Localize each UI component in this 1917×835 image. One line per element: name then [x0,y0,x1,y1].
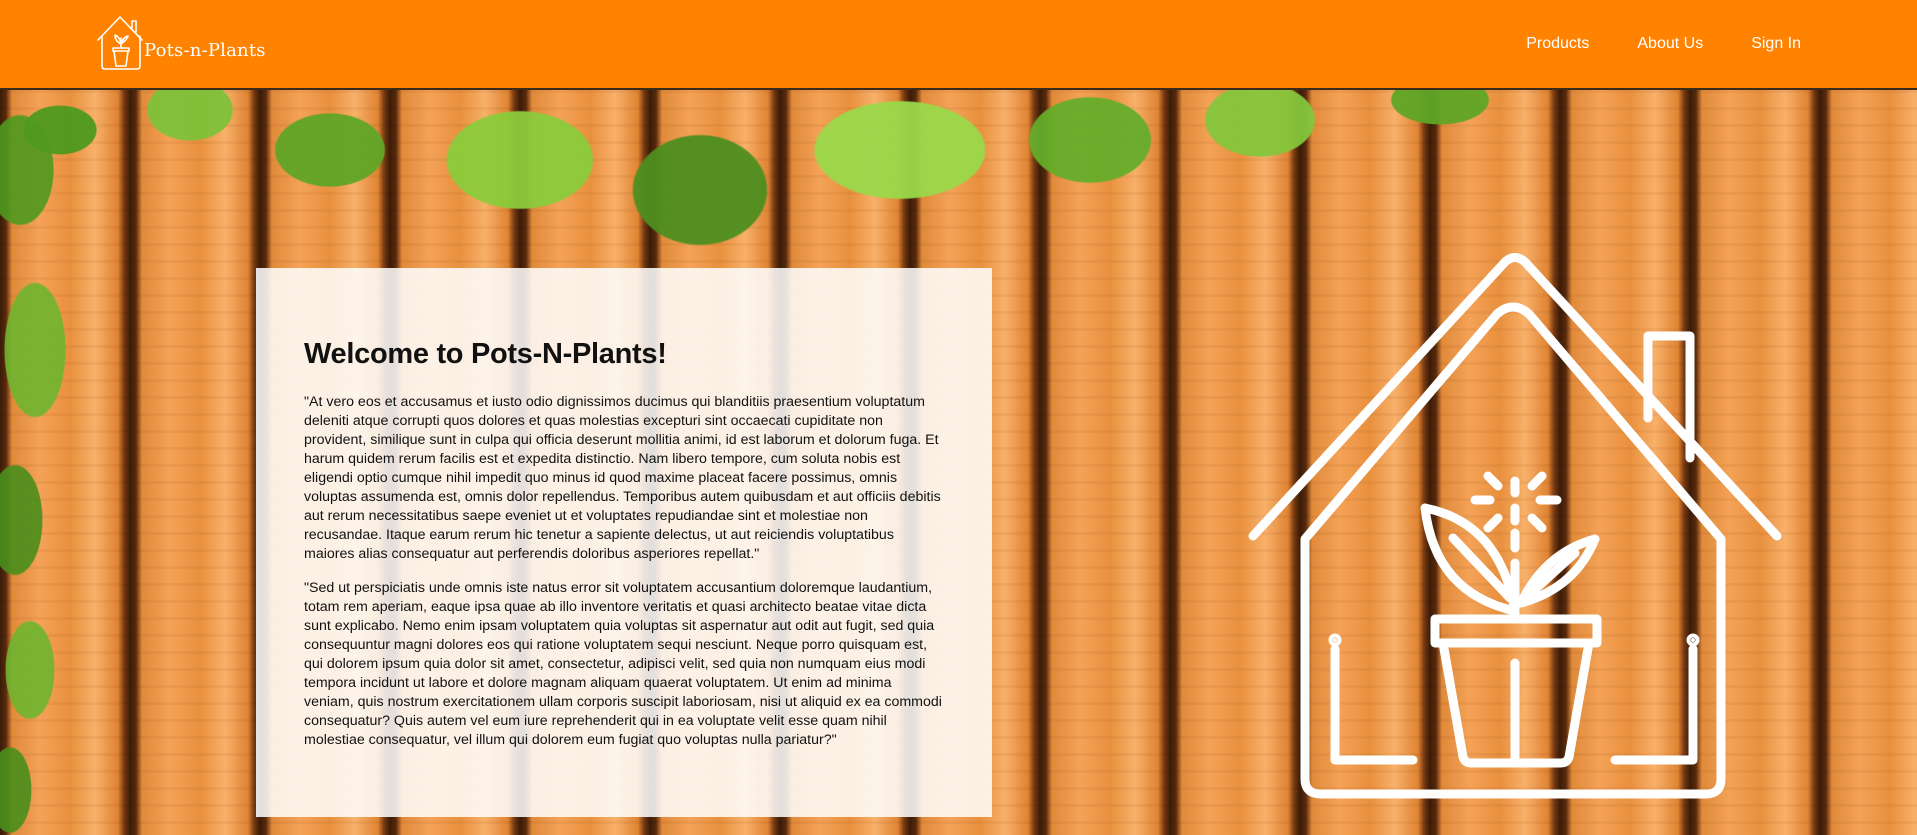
ivy-foliage-left [0,90,110,835]
main-nav: Products About Us Sign In [1526,0,1801,88]
nav-about-us-link[interactable]: About Us [1637,35,1703,53]
brand-logo-link[interactable]: Pots-n-Plants [96,13,266,73]
welcome-title: Welcome to Pots-N-Plants! [304,338,667,370]
welcome-paragraph: "Sed ut perspiciatis unde omnis iste nat… [304,580,942,748]
welcome-card: Welcome to Pots-N-Plants! "At vero eos e… [256,268,992,817]
site-header: Pots-n-Plants Products About Us Sign In [0,0,1917,90]
house-plant-logo-icon [96,14,146,72]
nav-products-link[interactable]: Products [1526,35,1589,53]
brand-name: Pots-n-Plants [144,39,266,61]
nav-sign-in-link[interactable]: Sign In [1751,35,1801,53]
house-plant-icon [1245,253,1785,808]
welcome-paragraph: "At vero eos et accusamus et iusto odio … [304,394,941,562]
